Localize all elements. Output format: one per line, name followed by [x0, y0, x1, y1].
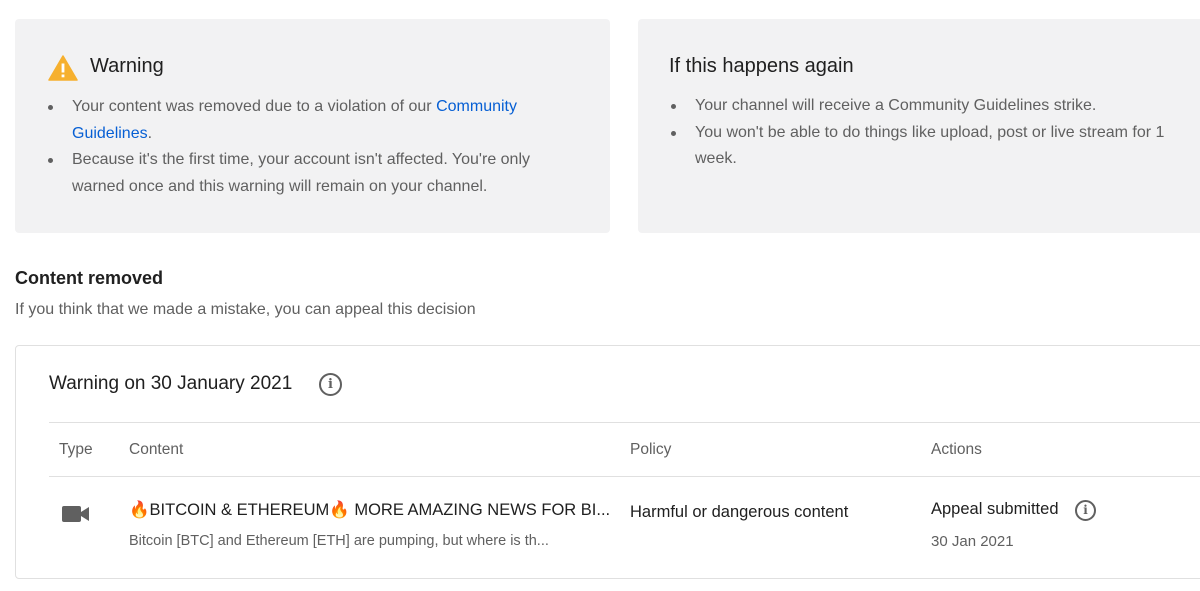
- warning-bullet-1: Your content was removed due to a violat…: [46, 94, 586, 147]
- video-description: Bitcoin [BTC] and Ethereum [ETH] are pum…: [129, 533, 549, 549]
- warning-date-title: Warning on 30 January 2021: [49, 373, 293, 394]
- section-subtitle: If you think that we made a mistake, you…: [15, 301, 476, 318]
- video-title-link[interactable]: 🔥BITCOIN & ETHEREUM🔥 MORE AMAZING NEWS F…: [129, 501, 610, 520]
- if-happens-again-card: If this happens again Your channel will …: [638, 19, 1200, 233]
- section-title: Content removed: [15, 268, 164, 288]
- column-header-content: Content: [129, 441, 184, 458]
- again-bullet-1: Your channel will receive a Community Gu…: [669, 93, 1199, 120]
- warning-bullet-2: Because it's the first time, your accoun…: [46, 147, 586, 200]
- appeal-status: Appeal submitted: [931, 500, 1059, 518]
- column-header-policy: Policy: [630, 441, 672, 458]
- warning-title: Warning: [90, 55, 164, 77]
- if-happens-again-title: If this happens again: [669, 55, 854, 77]
- policy-value: Harmful or dangerous content: [630, 503, 849, 521]
- column-header-type: Type: [59, 441, 93, 458]
- warning-card: Warning Your content was removed due to …: [15, 19, 610, 233]
- warning-bullet-1-suffix: .: [147, 124, 153, 142]
- info-icon[interactable]: i: [319, 373, 342, 396]
- warning-bullet-list: Your content was removed due to a violat…: [46, 94, 586, 200]
- again-bullet-list: Your channel will receive a Community Gu…: [669, 93, 1199, 173]
- again-bullet-2: You won't be able to do things like uplo…: [669, 120, 1199, 173]
- appeal-date: 30 Jan 2021: [931, 533, 1014, 550]
- divider: [49, 422, 1200, 423]
- appeal-info-icon[interactable]: i: [1075, 500, 1096, 521]
- video-camera-icon: [62, 506, 89, 522]
- divider: [49, 476, 1200, 477]
- warning-details-card: Warning on 30 January 2021 i Type Conten…: [15, 345, 1200, 579]
- column-header-actions: Actions: [931, 441, 982, 458]
- warning-bullet-1-text: Your content was removed due to a violat…: [72, 98, 437, 115]
- warning-triangle-icon: [48, 55, 78, 81]
